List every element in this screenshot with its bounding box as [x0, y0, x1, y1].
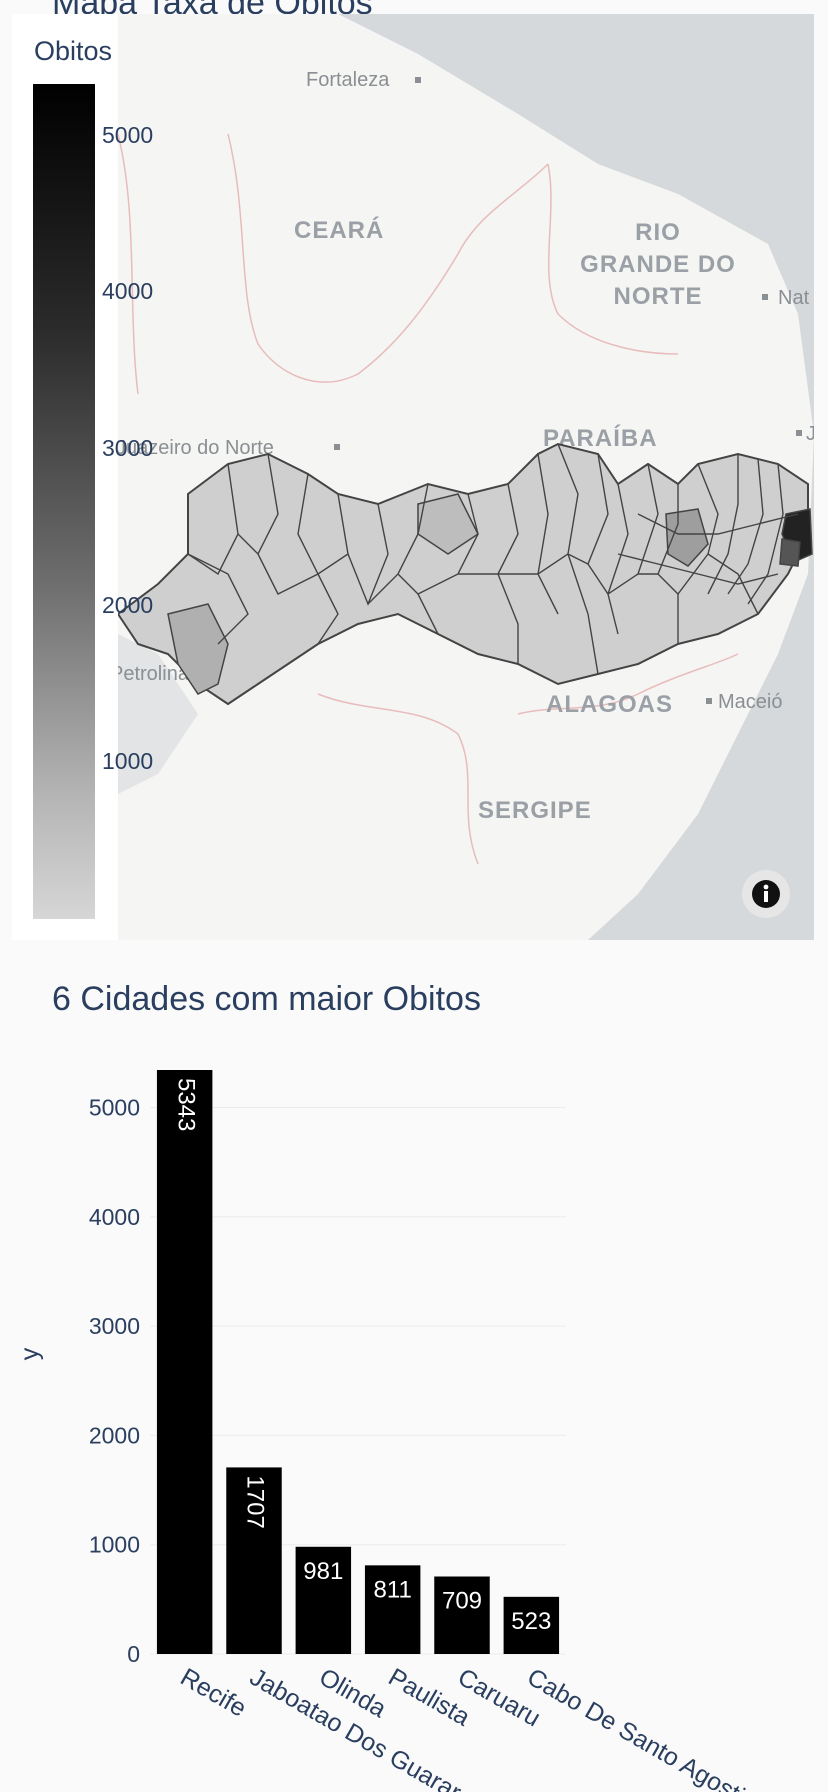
state-label-rn-1: RIO	[635, 219, 681, 246]
city-label-fortaleza: Fortaleza	[306, 69, 390, 91]
city-marker	[796, 430, 802, 436]
map-info-button[interactable]	[742, 870, 790, 918]
colorbar: Obitos 5000 4000 3000 2000 1000	[12, 14, 153, 940]
colorbar-tick: 3000	[102, 435, 154, 461]
y-tick-label: 0	[127, 1641, 140, 1667]
bar-value-label: 709	[442, 1588, 482, 1615]
colorbar-tick: 5000	[102, 122, 154, 148]
bar-value-label: 523	[511, 1608, 551, 1635]
y-tick-label: 3000	[89, 1313, 140, 1339]
state-border	[118, 133, 139, 395]
state-border	[227, 133, 549, 383]
colorbar-tick: 2000	[102, 592, 154, 618]
city-label-maceio: Maceió	[718, 691, 782, 713]
bar-value-label: 981	[303, 1558, 343, 1585]
state-label-rn-3: NORTE	[614, 283, 703, 310]
y-tick-label: 2000	[89, 1422, 140, 1448]
bar-value-label: 811	[374, 1576, 412, 1603]
y-tick-label: 1000	[89, 1532, 140, 1558]
city-marker	[334, 444, 340, 450]
colorbar-title: Obitos	[34, 36, 113, 66]
bar-chart[interactable]: 010002000300040005000y5343Recife1707Jabo…	[0, 940, 828, 1792]
map-area[interactable]: CEARÁ RIO GRANDE DO NORTE PARAÍBA ALAGOA…	[118, 14, 814, 940]
state-label-sergipe: SERGIPE	[478, 797, 592, 824]
colorbar-tick: 1000	[102, 748, 154, 774]
y-tick-label: 5000	[89, 1094, 140, 1120]
city-marker	[415, 77, 421, 83]
y-axis-title: y	[16, 1347, 44, 1360]
state-label-ceara: CEARÁ	[294, 216, 384, 244]
x-tick-label: Cabo De Santo Agostinho	[522, 1663, 785, 1792]
choropleth-map-panel: Mapa Taxa de Obitos CEARÁ RIO GRANDE DO …	[0, 0, 828, 940]
state-border	[317, 693, 479, 865]
bar[interactable]	[156, 1070, 213, 1654]
state-label-alagoas: ALAGOAS	[546, 691, 673, 718]
colorbar-tick: 4000	[102, 278, 154, 304]
info-icon	[752, 880, 780, 908]
city-label-natal: Nat	[778, 287, 810, 309]
map-basemap: CEARÁ RIO GRANDE DO NORTE PARAÍBA ALAGOA…	[118, 14, 814, 940]
pernambuco-regions[interactable]	[118, 442, 813, 706]
bar-value-label: 1707	[242, 1475, 269, 1528]
state-label-rn-2: GRANDE DO	[580, 251, 736, 278]
x-tick-label: Recife	[176, 1663, 251, 1723]
city-marker	[762, 294, 768, 300]
bar-chart-panel: 6 Cidades com maior Obitos 0 1000 2000 3000…	[0, 940, 828, 1792]
colorbar-gradient	[33, 84, 95, 919]
region-jaboatao	[779, 538, 801, 567]
city-marker	[706, 698, 712, 704]
city-label-joao-pessoa: J	[806, 423, 814, 445]
y-tick-label: 4000	[89, 1204, 140, 1230]
bar-value-label: 5343	[172, 1078, 199, 1131]
